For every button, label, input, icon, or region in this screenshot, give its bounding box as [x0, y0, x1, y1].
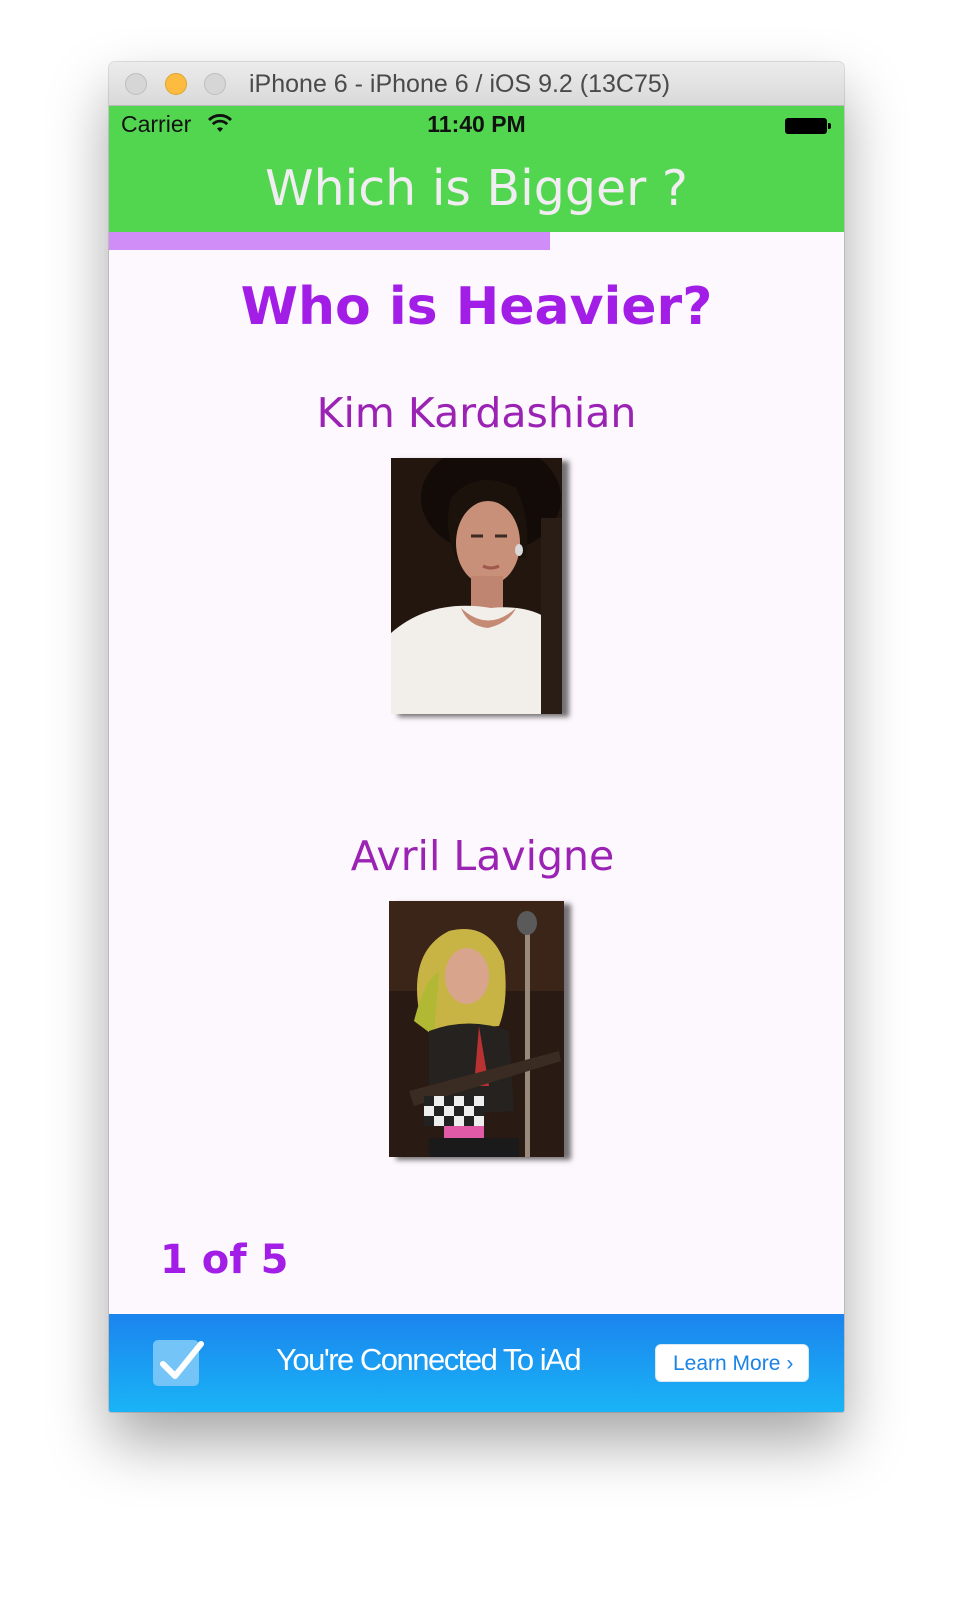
app-title: Which is Bigger ? [265, 160, 688, 217]
navigation-bar: Which is Bigger ? [109, 146, 844, 232]
simulator-window: iPhone 6 - iPhone 6 / iOS 9.2 (13C75) Ca… [109, 62, 844, 1412]
window-titlebar: iPhone 6 - iPhone 6 / iOS 9.2 (13C75) [109, 62, 844, 106]
window-title: iPhone 6 - iPhone 6 / iOS 9.2 (13C75) [249, 70, 671, 98]
battery-icon [785, 118, 831, 134]
option-photo-1[interactable] [391, 458, 562, 714]
ios-status-bar: Carrier 11:40 PM [109, 106, 844, 146]
option-photo-2[interactable] [389, 901, 564, 1157]
minimize-window-button[interactable] [165, 73, 187, 95]
question-title: Who is Heavier? [240, 277, 713, 337]
option-name-1[interactable]: Kim Kardashian [109, 389, 844, 437]
learn-more-label: Learn More [673, 1352, 781, 1375]
checkmark-icon [153, 1340, 204, 1386]
close-window-button[interactable] [125, 73, 147, 95]
quiz-progress-fill [109, 232, 550, 250]
iad-banner[interactable]: You're Connected To iAd Learn More › [109, 1314, 844, 1412]
chevron-right-icon: › [786, 1352, 794, 1375]
question-counter: 1 of 5 [160, 1237, 289, 1283]
quiz-progress-bar [109, 232, 844, 250]
status-time: 11:40 PM [427, 111, 526, 137]
learn-more-button[interactable]: Learn More › [655, 1344, 809, 1382]
iad-banner-text: You're Connected To iAd [276, 1342, 582, 1377]
zoom-window-button[interactable] [204, 73, 226, 95]
option-name-2[interactable]: Avril Lavigne [115, 832, 844, 880]
